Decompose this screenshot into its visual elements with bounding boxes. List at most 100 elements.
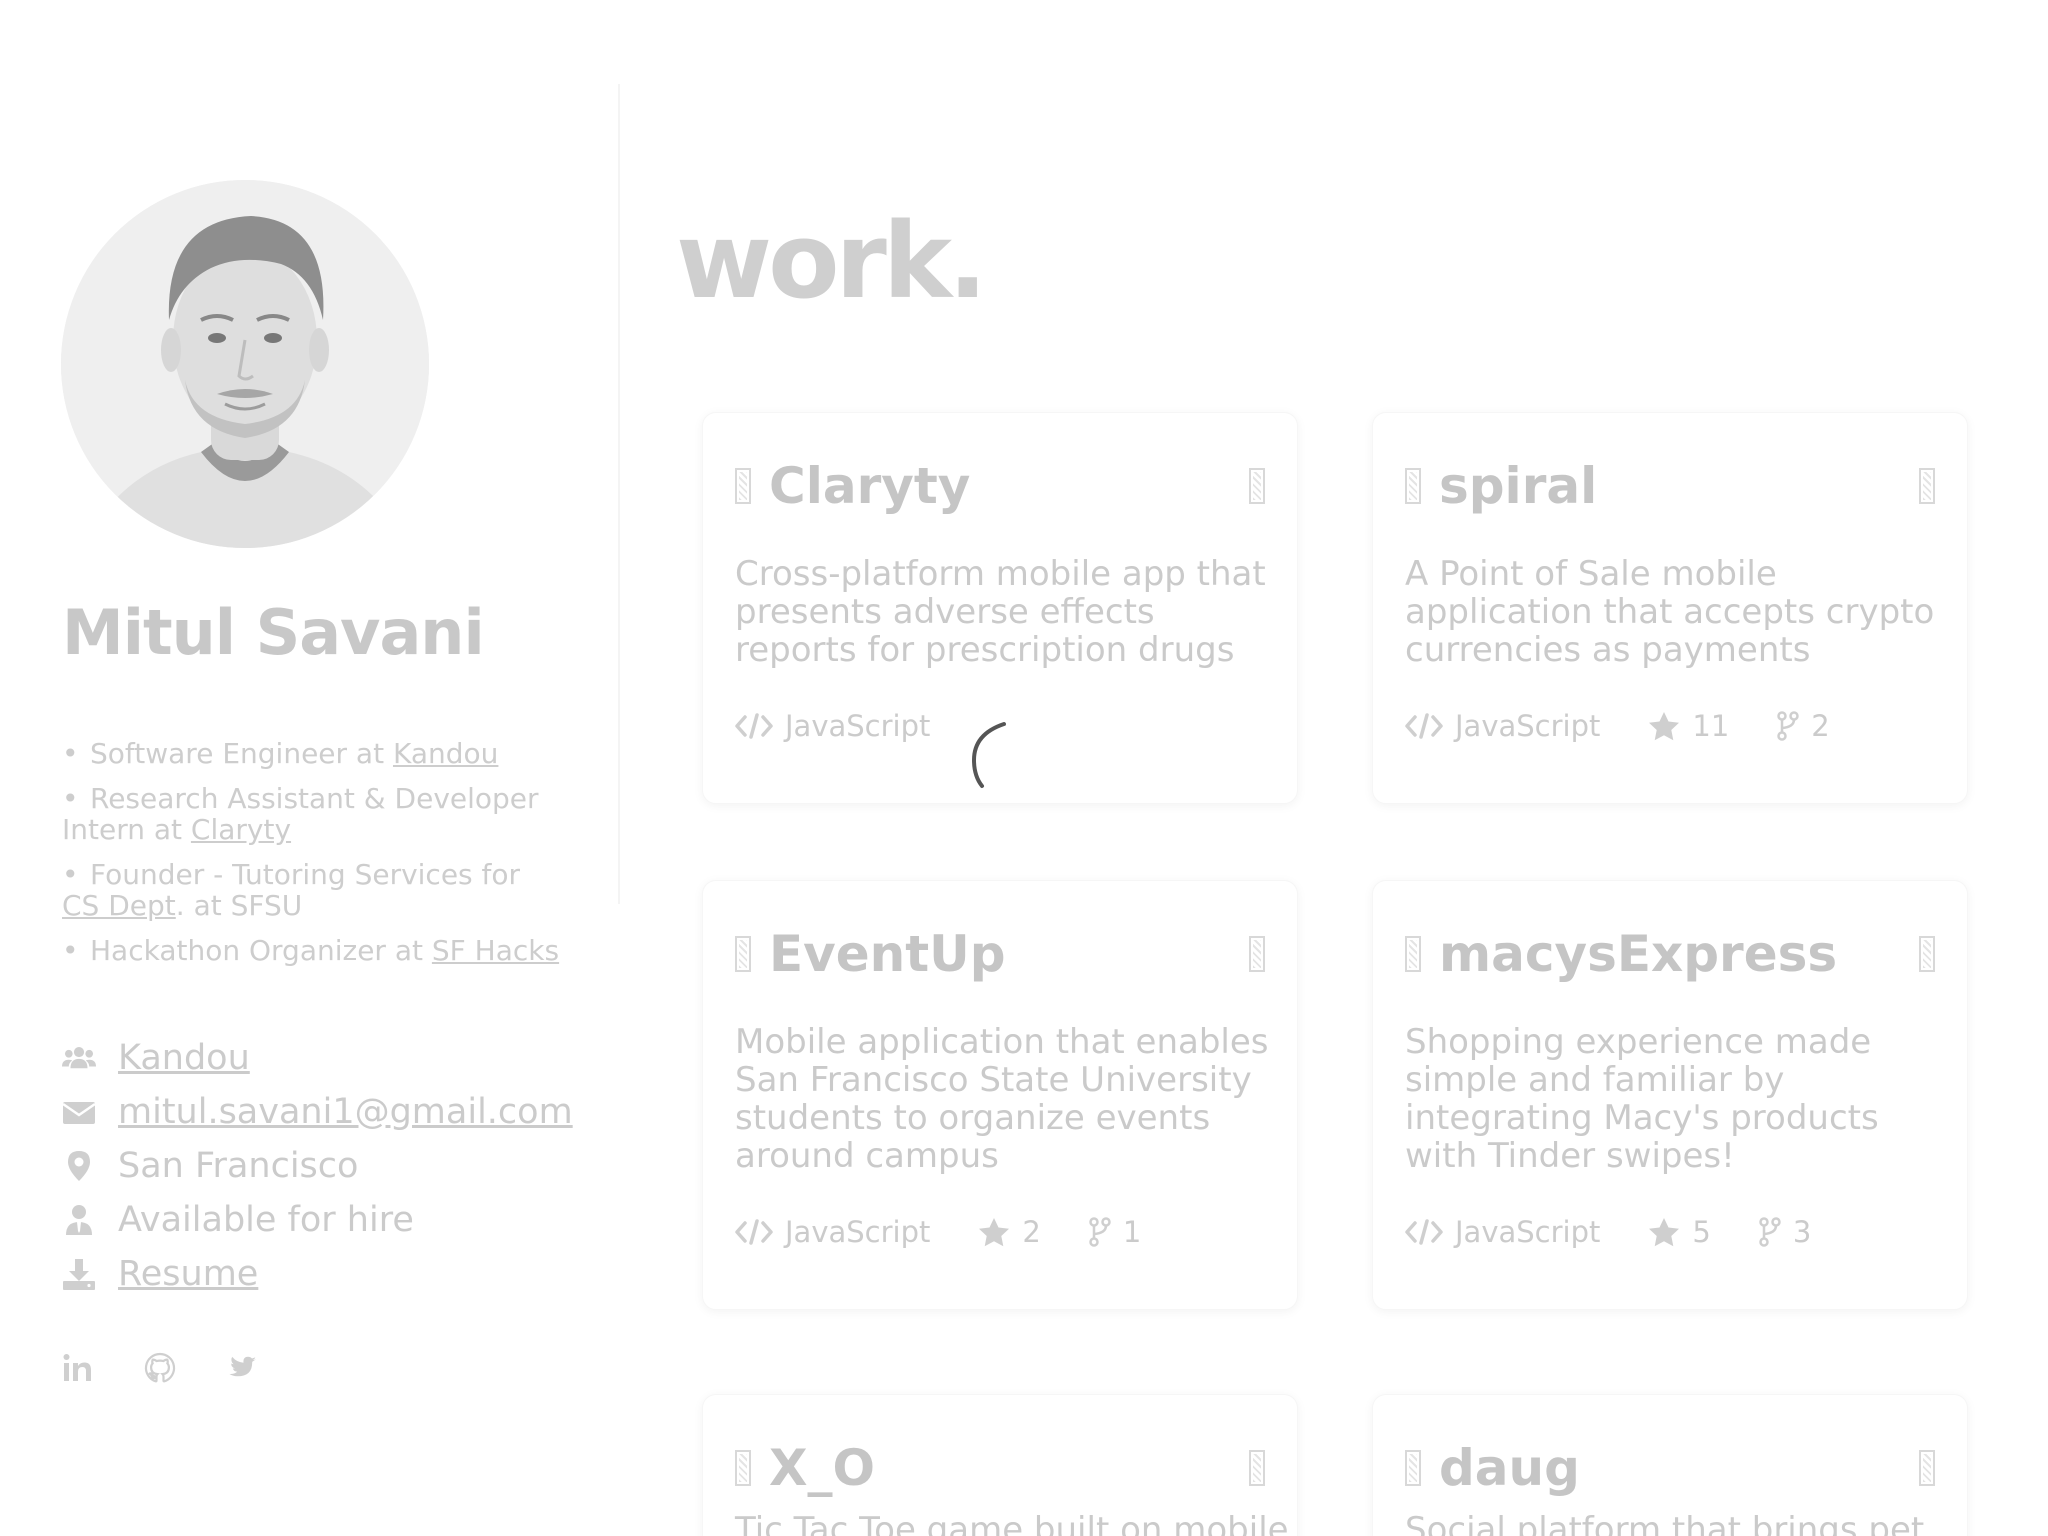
social-links <box>62 1352 258 1384</box>
resume-link[interactable]: Resume <box>118 1254 258 1294</box>
contact-company: Kandou <box>62 1038 602 1078</box>
contact-resume: Resume <box>62 1254 602 1294</box>
card-header: daug <box>1405 1439 1935 1497</box>
twitter-icon[interactable] <box>226 1352 258 1384</box>
download-icon <box>62 1257 118 1291</box>
code-icon <box>1405 1219 1443 1245</box>
card-header: macysExpress <box>1405 925 1935 983</box>
user-tie-icon <box>62 1203 118 1237</box>
portfolio-page: Mitul Savani Software Engineer at Kandou… <box>0 0 2048 1536</box>
envelope-icon <box>62 1095 118 1129</box>
project-name: Claryty <box>769 457 971 515</box>
repo-icon <box>1405 1450 1421 1486</box>
forks-count: 2 <box>1811 709 1830 743</box>
card-title: Claryty <box>735 457 970 515</box>
language-text: JavaScript <box>1455 1215 1601 1249</box>
star-icon <box>1649 1218 1680 1247</box>
external-link-icon[interactable] <box>1919 936 1935 972</box>
role-link-kandou[interactable]: Kandou <box>393 737 498 770</box>
language-text: JavaScript <box>1455 709 1601 743</box>
card-title: EventUp <box>735 925 1006 983</box>
project-description: Shopping experience made simple and fami… <box>1405 1022 1879 1176</box>
section-title: work. <box>676 200 987 322</box>
project-description: Mobile application that enables San Fran… <box>735 1022 1269 1176</box>
forks-badge: 1 <box>1089 1215 1141 1249</box>
external-link-icon[interactable] <box>1919 468 1935 504</box>
external-link-icon[interactable] <box>1249 936 1265 972</box>
star-icon <box>979 1218 1010 1247</box>
work-section: work. Claryty Cross-platform mobile app … <box>620 0 2048 1536</box>
project-meta: JavaScript 11 2 <box>1405 709 1878 743</box>
external-link-icon[interactable] <box>1249 1450 1265 1486</box>
project-meta: JavaScript 5 3 <box>1405 1215 1859 1249</box>
role-link-sf-hacks[interactable]: SF Hacks <box>432 934 559 967</box>
project-card-macysexpress[interactable]: macysExpress Shopping experience made si… <box>1372 880 1968 1310</box>
project-name: EventUp <box>769 925 1006 983</box>
roles-list: Software Engineer at Kandou Research Ass… <box>62 738 562 980</box>
language-badge: JavaScript <box>735 1215 930 1249</box>
repo-icon <box>735 936 751 972</box>
stars-badge: 11 <box>1648 709 1729 743</box>
fork-icon <box>1777 711 1800 741</box>
card-title: macysExpress <box>1405 925 1837 983</box>
language-text: JavaScript <box>785 1215 931 1249</box>
card-header: X_O <box>735 1439 1265 1497</box>
forks-badge: 3 <box>1759 1215 1811 1249</box>
project-meta: JavaScript 2 1 <box>735 1215 1189 1249</box>
card-title: spiral <box>1405 457 1597 515</box>
role-text: Hackathon Organizer at <box>90 934 432 967</box>
project-card-eventup[interactable]: EventUp Mobile application that enables … <box>702 880 1298 1310</box>
role-item: Founder - Tutoring Services for CS Dept.… <box>62 859 562 921</box>
card-title: daug <box>1405 1439 1580 1497</box>
project-description: Social platform that brings pet <box>1405 1510 1925 1536</box>
contact-hire: Available for hire <box>62 1200 602 1240</box>
stars-count: 5 <box>1692 1215 1711 1249</box>
role-item: Research Assistant & Developer Intern at… <box>62 783 562 845</box>
project-description: Cross-platform mobile app that presents … <box>735 554 1266 670</box>
profile-sidebar: Mitul Savani Software Engineer at Kandou… <box>0 0 620 1536</box>
profile-photo <box>61 180 429 548</box>
role-text: Software Engineer at <box>90 737 393 770</box>
stars-badge: 2 <box>978 1215 1041 1249</box>
role-text: Founder - Tutoring Services for <box>90 858 521 891</box>
role-item: Software Engineer at Kandou <box>62 738 562 769</box>
card-title: X_O <box>735 1439 875 1497</box>
repo-icon <box>735 1450 751 1486</box>
language-badge: JavaScript <box>735 709 930 743</box>
contact-list: Kandou mitul.savani1@gmail.com San Franc… <box>62 1038 602 1310</box>
github-icon[interactable] <box>144 1352 176 1384</box>
forks-count: 3 <box>1792 1215 1812 1249</box>
loading-spinner <box>971 722 1006 788</box>
forks-count: 1 <box>1122 1215 1142 1249</box>
role-link-claryty[interactable]: Claryty <box>191 813 291 846</box>
project-card-daug[interactable]: daug Social platform that brings pet <box>1372 1394 1968 1536</box>
hire-status-text: Available for hire <box>118 1200 414 1240</box>
repo-icon <box>1405 468 1421 504</box>
stars-count: 11 <box>1692 709 1730 743</box>
language-text: JavaScript <box>785 709 931 743</box>
external-link-icon[interactable] <box>1919 1450 1935 1486</box>
contact-location: San Francisco <box>62 1146 602 1186</box>
project-name: daug <box>1439 1439 1580 1497</box>
language-badge: JavaScript <box>1405 709 1600 743</box>
email-link[interactable]: mitul.savani1@gmail.com <box>118 1092 573 1132</box>
forks-badge: 2 <box>1777 709 1830 743</box>
stars-badge: 5 <box>1648 1215 1711 1249</box>
project-card-x-o[interactable]: X_O Tic Tac Toe game built on mobile <box>702 1394 1298 1536</box>
role-link-cs-dept[interactable]: CS Dept <box>62 889 176 922</box>
project-card-spiral[interactable]: spiral A Point of Sale mobile applicatio… <box>1372 412 1968 804</box>
card-header: spiral <box>1405 457 1935 515</box>
users-icon <box>62 1041 118 1075</box>
company-link[interactable]: Kandou <box>118 1038 250 1078</box>
project-name: spiral <box>1439 457 1598 515</box>
external-link-icon[interactable] <box>1249 468 1265 504</box>
code-icon <box>735 713 773 739</box>
project-meta: JavaScript <box>735 709 978 743</box>
fork-icon <box>1759 1217 1781 1247</box>
fork-icon <box>1089 1217 1111 1247</box>
role-text-suffix: . at SFSU <box>175 889 303 922</box>
role-text: Research Assistant & Developer Intern at <box>62 782 539 846</box>
star-icon <box>1649 712 1680 741</box>
role-item: Hackathon Organizer at SF Hacks <box>62 935 562 966</box>
linkedin-icon[interactable] <box>62 1352 94 1384</box>
